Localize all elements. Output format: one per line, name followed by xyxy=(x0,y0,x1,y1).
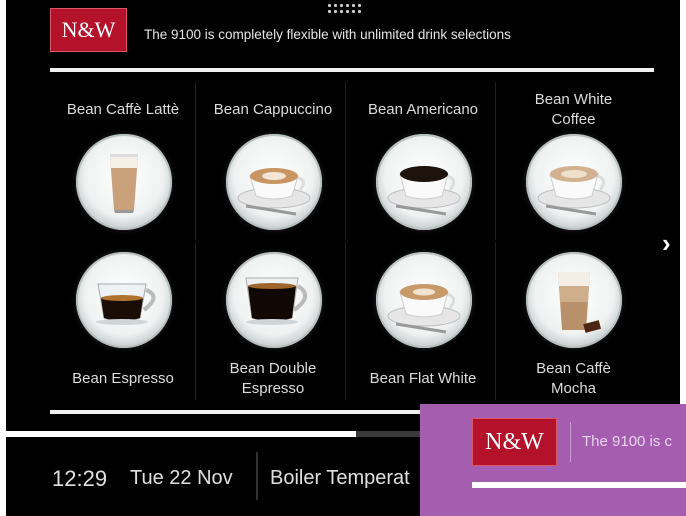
drink-tile-white-coffee[interactable]: Bean White Coffee xyxy=(501,82,646,240)
tagline: The 9100 is completely flexible with unl… xyxy=(144,27,511,42)
overlay-tagline: The 9100 is c xyxy=(582,433,673,450)
drink-label: Bean Caffè Mocha xyxy=(536,360,611,397)
double-espresso-cup-icon xyxy=(226,252,322,348)
white-coffee-cup-icon xyxy=(526,134,622,230)
clock-time: 12:29 xyxy=(52,466,108,491)
brand-logo: N&W xyxy=(50,8,127,52)
progress-fill xyxy=(6,431,357,437)
drink-grid: Bean Caffè Lattè Bean Cappuccino Bean Am… xyxy=(51,82,651,400)
boiler-temperature-label: Boiler Temperat xyxy=(270,467,410,489)
drink-label: Bean Cappuccino xyxy=(213,101,333,118)
overlay-divider xyxy=(472,482,686,488)
drink-label: Bean Flat White xyxy=(369,370,477,387)
drink-label: Bean Espresso xyxy=(72,370,174,387)
espresso-glass-cup-icon xyxy=(76,252,172,348)
grid-bottom-divider xyxy=(50,410,430,414)
drink-tile-double-espresso[interactable]: Bean Double Espresso xyxy=(201,242,346,400)
overlay-separator xyxy=(570,422,571,462)
drink-label: Bean Americano xyxy=(367,101,479,118)
mocha-glass-icon xyxy=(526,252,622,348)
chevron-right-icon[interactable]: › xyxy=(662,228,671,259)
drag-handle-icon[interactable] xyxy=(328,4,364,16)
americano-cup-icon xyxy=(376,134,472,230)
header-divider xyxy=(50,68,654,72)
drink-label: Bean Caffè Lattè xyxy=(66,101,180,118)
cappuccino-cup-icon xyxy=(226,134,322,230)
drink-tile-caffe-mocha[interactable]: Bean Caffè Mocha xyxy=(501,242,646,400)
latte-glass-icon xyxy=(76,134,172,230)
drink-tile-americano[interactable]: Bean Americano xyxy=(351,82,496,240)
drink-tile-caffe-latte[interactable]: Bean Caffè Lattè xyxy=(51,82,196,240)
drink-tile-espresso[interactable]: Bean Espresso xyxy=(51,242,196,400)
drink-tile-flat-white[interactable]: Bean Flat White xyxy=(351,242,496,400)
drink-label: Bean Double Espresso xyxy=(229,360,317,397)
clock-date: Tue 22 Nov xyxy=(130,467,233,489)
drink-tile-cappuccino[interactable]: Bean Cappuccino xyxy=(201,82,346,240)
flat-white-cup-icon xyxy=(376,252,472,348)
overlay-brand-logo: N&W xyxy=(472,418,557,466)
drink-label: Bean White Coffee xyxy=(534,91,613,128)
status-separator xyxy=(256,452,258,500)
overlay-panel: N&W The 9100 is c xyxy=(420,404,686,516)
